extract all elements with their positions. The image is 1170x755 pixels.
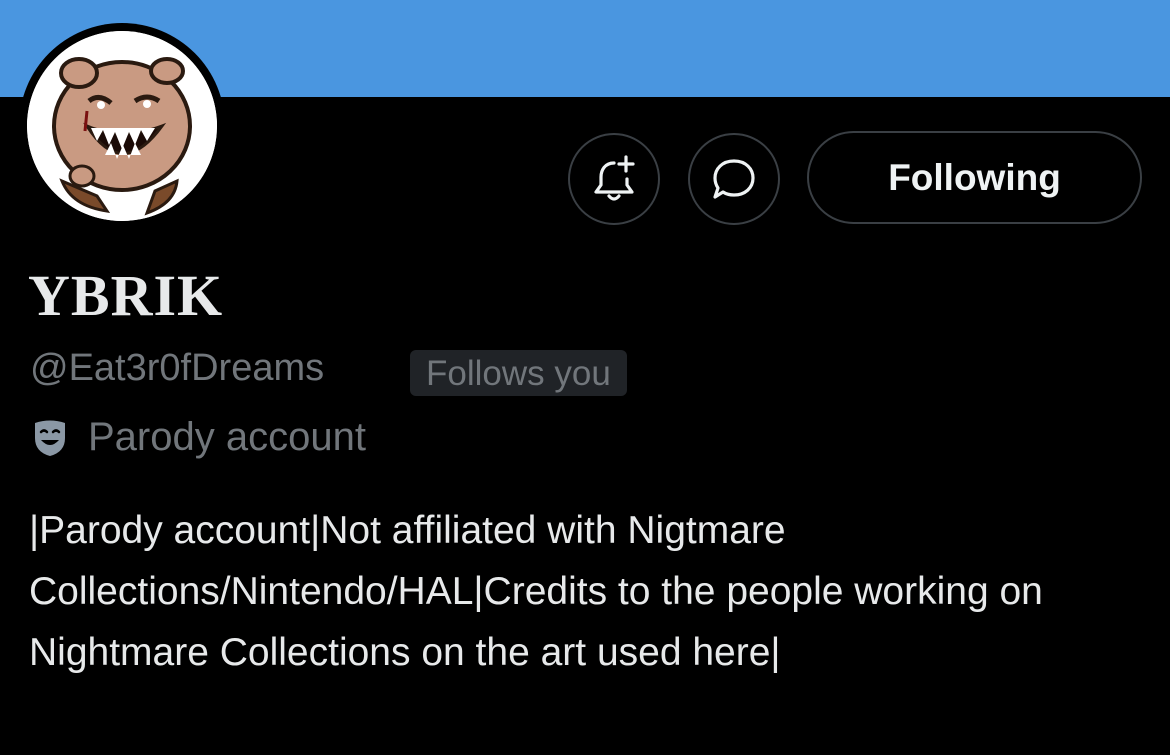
message-bubble-icon	[713, 159, 755, 199]
display-name: YBRIK	[28, 263, 224, 328]
bell-plus-icon	[594, 155, 635, 201]
parody-account-label[interactable]: Parody account	[32, 415, 366, 460]
following-button[interactable]: Following	[807, 131, 1142, 224]
parody-account-text: Parody account	[88, 415, 366, 459]
follows-you-badge: Follows you	[410, 350, 627, 396]
avatar[interactable]	[19, 23, 225, 229]
avatar-image	[27, 31, 217, 221]
theater-mask-icon	[35, 420, 65, 456]
user-handle: @Eat3r0fDreams	[30, 347, 325, 389]
message-button[interactable]	[688, 133, 780, 225]
notifications-button[interactable]	[568, 133, 660, 225]
profile-bio: |Parody account|Not affiliated with Nigt…	[29, 509, 1043, 674]
